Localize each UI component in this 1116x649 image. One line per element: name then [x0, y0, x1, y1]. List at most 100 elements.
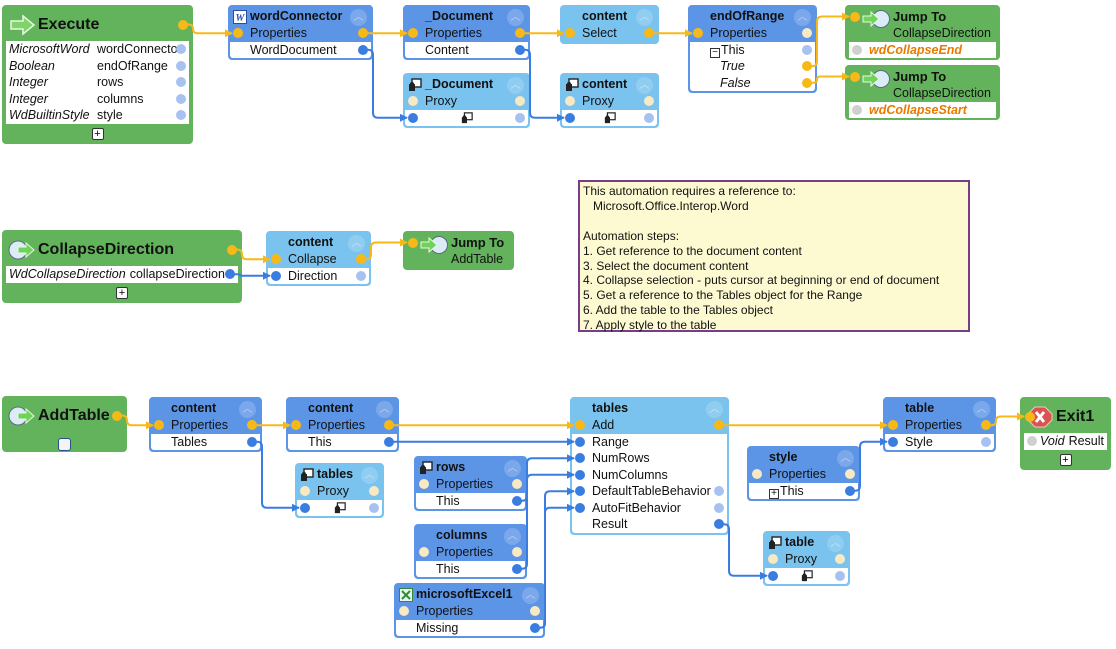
exec-pin-out[interactable]: [644, 28, 654, 39]
expand-tree-icon[interactable]: +: [769, 488, 779, 499]
collapse-button[interactable]: ︿: [837, 450, 854, 467]
exec-pin-in[interactable]: [291, 420, 301, 431]
data-pin-in[interactable]: [565, 96, 575, 107]
data-pin-out[interactable]: [356, 270, 366, 281]
comment-note[interactable]: This automation requires a reference to:…: [578, 180, 970, 332]
node-content-this[interactable]: content ︿ Properties This: [286, 397, 399, 452]
data-pin-out[interactable]: [512, 479, 522, 490]
data-pin-out[interactable]: [530, 606, 540, 617]
collapse-button[interactable]: ︿: [827, 535, 844, 552]
data-pin-out[interactable]: [530, 622, 540, 633]
data-pin-in[interactable]: [399, 606, 409, 617]
collapse-button[interactable]: ︿: [361, 467, 378, 484]
data-pin-in[interactable]: [1027, 436, 1037, 447]
node-content-collapse[interactable]: content ︿ Collapse Direction: [266, 231, 371, 286]
node-columns[interactable]: columns ︿ Properties This: [414, 524, 527, 579]
add-parameter-button[interactable]: +: [91, 127, 104, 140]
exec-pin-in[interactable]: [693, 28, 703, 39]
collapse-button[interactable]: ︿: [504, 460, 521, 477]
exec-pin-in[interactable]: [575, 420, 585, 431]
data-pin-out[interactable]: [802, 44, 812, 55]
exec-pin-out[interactable]: [358, 28, 368, 39]
collapse-button[interactable]: ︿: [376, 401, 393, 418]
data-pin-in[interactable]: [300, 502, 310, 513]
collapse-button[interactable]: ︿: [507, 77, 524, 94]
node-end-of-range[interactable]: endOfRange ︿ Properties − This True False: [688, 5, 817, 93]
data-pin-in[interactable]: [575, 453, 585, 464]
node-style[interactable]: style ︿ Properties + This: [747, 446, 860, 501]
data-pin-out[interactable]: [512, 547, 522, 558]
exec-pin-out[interactable]: [247, 420, 257, 431]
add-parameter-button[interactable]: +: [1059, 453, 1072, 466]
collapse-button[interactable]: ︿: [348, 235, 365, 252]
exec-pin-out[interactable]: [384, 420, 394, 431]
data-pin-in[interactable]: [408, 112, 418, 123]
node-content-tables[interactable]: content ︿ Properties Tables: [149, 397, 262, 452]
exec-pin-in[interactable]: [408, 28, 418, 39]
data-pin-in[interactable]: [575, 436, 585, 447]
data-pin-in[interactable]: [419, 547, 429, 558]
data-pin-out[interactable]: [512, 563, 522, 574]
data-pin-out[interactable]: [515, 96, 525, 107]
node-excel[interactable]: microsoftExcel1 ︿ Properties Missing: [394, 583, 545, 638]
node-doc1[interactable]: _Document ︿ Properties Content: [403, 5, 530, 60]
collapse-button[interactable]: ︿: [350, 9, 367, 26]
data-pin-in[interactable]: [768, 554, 778, 565]
data-pin-out[interactable]: [369, 486, 379, 497]
data-pin-in[interactable]: [888, 436, 898, 447]
node-doc-proxy[interactable]: _Document ︿ Proxy: [403, 73, 530, 128]
collapse-tree-icon[interactable]: −: [710, 47, 720, 58]
node-execute[interactable]: Execute MicrosoftWord wordConnector Boolean…: [2, 5, 193, 144]
data-pin-in[interactable]: [752, 469, 762, 480]
data-pin-out[interactable]: [515, 112, 525, 123]
exec-pin-in[interactable]: [565, 28, 575, 39]
exec-pin-in[interactable]: [271, 254, 281, 265]
exec-pin-out[interactable]: [178, 19, 188, 30]
data-pin-in[interactable]: [852, 44, 862, 55]
data-pin-in[interactable]: [565, 112, 575, 123]
node-jump2[interactable]: Jump To CollapseDirection wdCollapseStart: [845, 65, 1000, 120]
data-pin-out[interactable]: [644, 112, 654, 123]
data-pin-out[interactable]: [176, 44, 186, 55]
exec-pin-in[interactable]: [408, 237, 418, 248]
data-pin-in[interactable]: [575, 486, 585, 497]
exec-pin-out[interactable]: [515, 28, 525, 39]
exec-pin-out[interactable]: [981, 420, 991, 431]
collapse-button[interactable]: ︿: [636, 9, 653, 26]
data-pin-out[interactable]: [714, 502, 724, 513]
data-pin-out[interactable]: [835, 570, 845, 581]
checkbox[interactable]: [58, 438, 71, 451]
exec-pin-in[interactable]: [233, 28, 243, 39]
exec-pin-out[interactable]: [714, 420, 724, 431]
data-pin-out[interactable]: [225, 269, 235, 280]
node-tables[interactable]: tables ︿ Add Range NumRows NumColumns DefaultT…: [570, 397, 729, 535]
data-pin-out[interactable]: [176, 93, 186, 104]
data-pin-out[interactable]: [515, 44, 525, 55]
data-pin-out[interactable]: [176, 60, 186, 71]
node-exit1[interactable]: Exit1 Void Result +: [1020, 397, 1111, 470]
data-pin-out[interactable]: [644, 96, 654, 107]
node-content-proxy[interactable]: content ︿ Proxy: [560, 73, 659, 128]
data-pin-in[interactable]: [271, 270, 281, 281]
node-rows[interactable]: rows ︿ Properties This: [414, 456, 527, 511]
add-parameter-button[interactable]: +: [116, 286, 128, 299]
data-pin-out[interactable]: [176, 77, 186, 88]
data-pin-in[interactable]: [419, 479, 429, 490]
node-jump-add[interactable]: Jump To AddTable: [403, 231, 514, 270]
node-collapse-dir[interactable]: CollapseDirection WdCollapseDirection coll…: [2, 230, 242, 303]
collapse-button[interactable]: ︿: [504, 528, 521, 545]
node-table-proxy[interactable]: table ︿ Proxy: [763, 531, 850, 586]
data-pin-out[interactable]: [176, 110, 186, 121]
collapse-button[interactable]: ︿: [706, 401, 723, 418]
data-pin-in[interactable]: [575, 469, 585, 480]
exec-pin-out[interactable]: [112, 410, 122, 421]
collapse-button[interactable]: ︿: [507, 9, 524, 26]
data-pin-in[interactable]: [768, 570, 778, 581]
data-pin-out[interactable]: [981, 436, 991, 447]
exec-pin-in[interactable]: [1025, 411, 1035, 422]
exec-pin-out[interactable]: [802, 77, 812, 88]
exec-pin-in[interactable]: [888, 420, 898, 431]
data-pin-out[interactable]: [845, 485, 855, 496]
data-pin-in[interactable]: [408, 96, 418, 107]
data-pin-out[interactable]: [845, 469, 855, 480]
